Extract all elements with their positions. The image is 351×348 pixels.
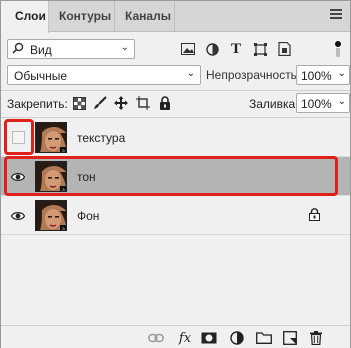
blend-mode-select[interactable]: Обычные ⌄: [7, 65, 201, 85]
filter-smart-object-icon[interactable]: [275, 39, 293, 59]
visibility-toggle-empty[interactable]: [12, 131, 25, 144]
fill-label: Заливка:: [249, 97, 299, 111]
fx-label: fx: [178, 330, 192, 346]
new-group-icon[interactable]: [256, 330, 272, 346]
filter-toggle-icon[interactable]: [331, 39, 345, 59]
layer-name[interactable]: Фон: [77, 209, 99, 223]
chevron-down-icon: ⌄: [120, 42, 129, 53]
opacity-field[interactable]: 100% ⌄: [296, 65, 350, 85]
add-mask-icon[interactable]: [201, 330, 217, 346]
filter-label: Вид: [30, 43, 52, 57]
lock-image-pixels-icon[interactable]: [92, 95, 108, 111]
filter-adjustment-icon[interactable]: [203, 39, 221, 59]
eye-icon[interactable]: [7, 169, 29, 185]
chevron-down-icon: ⌄: [186, 68, 195, 79]
eye-icon[interactable]: [7, 208, 29, 224]
layer-row-tone[interactable]: a тон: [1, 157, 350, 196]
new-layer-icon[interactable]: [282, 330, 298, 346]
divider: [1, 90, 350, 91]
opacity-label: Непрозрачность:: [206, 68, 301, 82]
fill-value: 100%: [301, 97, 332, 111]
chevron-down-icon: ⌄: [337, 96, 346, 107]
lock-artboard-icon[interactable]: [135, 95, 151, 111]
search-icon: [12, 42, 24, 57]
layers-panel: ✕ Слои Контуры Каналы Вид ⌄ T Обычные ⌄ …: [0, 0, 351, 348]
layer-filter-select[interactable]: Вид ⌄: [7, 39, 135, 59]
layer-row-texture[interactable]: a текстура: [1, 118, 350, 157]
layer-thumbnail: a: [35, 122, 67, 153]
lock-label: Закрепить:: [7, 97, 68, 111]
filter-pixel-icon[interactable]: [179, 39, 197, 59]
layer-name[interactable]: текстура: [77, 131, 125, 145]
panel-menu-icon[interactable]: [330, 9, 342, 21]
add-layer-style-button[interactable]: fx: [175, 330, 195, 346]
lock-position-icon[interactable]: [113, 95, 129, 111]
filter-shape-icon[interactable]: [251, 39, 269, 59]
link-layers-icon[interactable]: [148, 330, 164, 346]
blend-mode-value: Обычные: [14, 69, 68, 83]
layer-name[interactable]: тон: [77, 170, 96, 184]
lock-icon: [309, 208, 320, 224]
layer-thumbnail: a: [35, 161, 67, 192]
layer-row-background[interactable]: a Фон: [1, 196, 350, 235]
chevron-down-icon: ⌄: [337, 68, 346, 79]
delete-layer-icon[interactable]: [308, 330, 324, 346]
layer-thumbnail: a: [35, 200, 67, 231]
tab-paths[interactable]: Контуры: [49, 1, 115, 32]
fill-field[interactable]: 100% ⌄: [296, 93, 350, 113]
layers-list: a текстура a тон a Фон: [1, 118, 350, 325]
lock-all-icon[interactable]: [157, 95, 173, 111]
filter-type-icon[interactable]: T: [227, 39, 245, 59]
tab-layers[interactable]: Слои: [1, 1, 49, 33]
tab-bar: ✕ Слои Контуры Каналы: [1, 1, 350, 33]
tab-channels[interactable]: Каналы: [115, 1, 175, 32]
new-adjustment-layer-icon[interactable]: [229, 330, 245, 346]
layers-bottom-toolbar: fx: [1, 325, 350, 348]
lock-transparent-pixels-icon[interactable]: [71, 95, 87, 111]
opacity-value: 100%: [301, 69, 332, 83]
